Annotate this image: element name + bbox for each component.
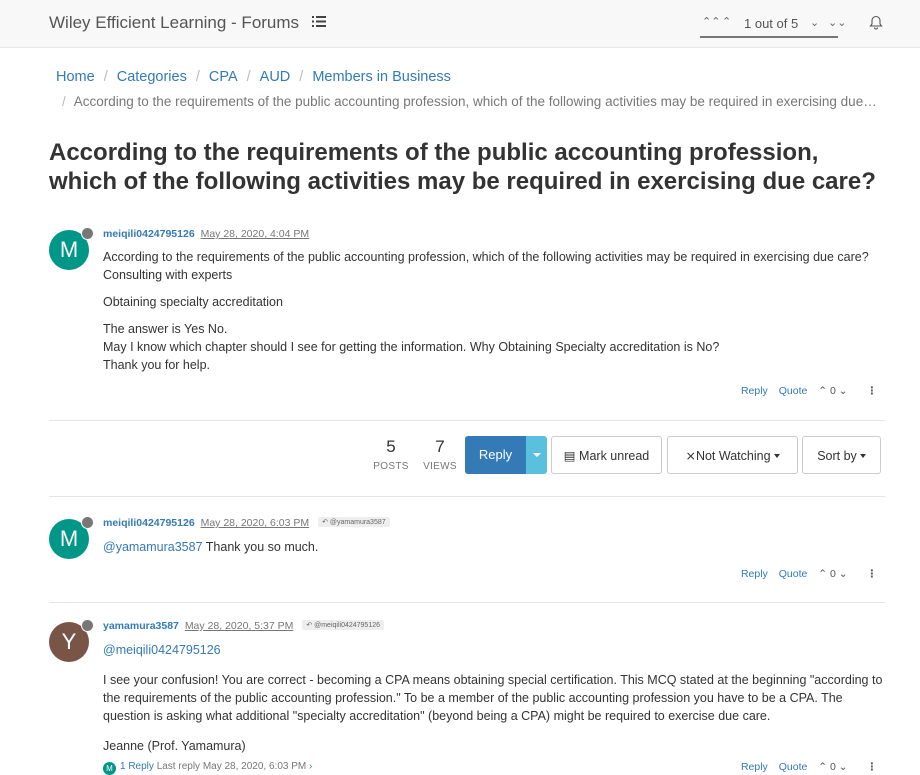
- reply-link[interactable]: Reply: [741, 385, 768, 397]
- breadcrumb: Home / Categories / CPA / AUD / Members in Busin…: [56, 69, 451, 85]
- vote-controls: ⌃ 0 ⌄: [818, 761, 847, 773]
- status-indicator: [81, 619, 94, 632]
- bell-icon[interactable]: [869, 15, 883, 30]
- avatar[interactable]: M: [49, 516, 94, 559]
- quote-link[interactable]: Quote: [779, 385, 808, 397]
- username-link[interactable]: meiqili0424795126: [103, 517, 195, 529]
- avatar: M: [103, 762, 116, 775]
- upvote-icon[interactable]: ⌃: [818, 385, 827, 397]
- caret-down-icon: [859, 454, 866, 458]
- divider: [49, 602, 885, 603]
- next-post-icon[interactable]: ⌄: [810, 16, 819, 29]
- post-timestamp[interactable]: May 28, 2020, 4:04 PM: [201, 228, 310, 240]
- parent-post-link[interactable]: ↶ @meiqili0424795126: [302, 620, 384, 630]
- vote-count: 0: [830, 385, 836, 397]
- breadcrumb-current: / According to the requirements of the pu…: [62, 94, 880, 109]
- post-pagination: ⌃⌃ ⌃ 1 out of 5 ⌄ ⌄⌄: [700, 14, 846, 38]
- sort-dropdown[interactable]: Sort by: [802, 436, 881, 474]
- user-mention[interactable]: @meiqili0424795126: [103, 643, 221, 657]
- first-post-icon[interactable]: ⌃⌃: [702, 15, 720, 28]
- reply-link[interactable]: Reply: [741, 761, 768, 773]
- breadcrumb-cpa[interactable]: CPA: [209, 69, 238, 85]
- breadcrumb-categories[interactable]: Categories: [117, 69, 187, 85]
- top-navbar: Wiley Efficient Learning - Forums ⌃⌃ ⌃ 1…: [0, 0, 920, 48]
- username-link[interactable]: meiqili0424795126: [103, 228, 195, 240]
- post-item: M meiqili0424795126 May 28, 2020, 4:04 P…: [49, 227, 885, 403]
- previous-post-icon[interactable]: ⌃: [722, 15, 731, 28]
- post-header: yamamura3587 May 28, 2020, 5:37 PM ↶ @me…: [103, 620, 384, 632]
- vote-controls: ⌃ 0 ⌄: [818, 385, 847, 397]
- quote-link[interactable]: Quote: [779, 761, 808, 773]
- parent-post-link[interactable]: ↶ @yamamura3587: [318, 517, 390, 527]
- list-menu-icon[interactable]: [312, 15, 326, 28]
- pagination-text[interactable]: 1 out of 5: [744, 16, 798, 31]
- reply-dropdown-toggle[interactable]: [526, 436, 547, 474]
- post-content: @meiqili0424795126 I see your confusion!…: [103, 643, 883, 753]
- page-title: According to the requirements of the pub…: [49, 139, 876, 195]
- site-brand[interactable]: Wiley Efficient Learning - Forums: [49, 13, 299, 33]
- upvote-icon[interactable]: ⌃: [818, 761, 827, 773]
- avatar[interactable]: Y: [49, 619, 94, 662]
- downvote-icon[interactable]: ⌄: [839, 568, 848, 580]
- inbox-icon: ▤: [563, 449, 576, 463]
- vote-controls: ⌃ 0 ⌄: [818, 568, 847, 580]
- post-content: @yamamura3587 Thank you so much.: [103, 540, 319, 554]
- mark-unread-button[interactable]: ▤ Mark unread: [551, 436, 662, 474]
- more-options-icon[interactable]: ⋮: [867, 385, 878, 397]
- status-indicator: [81, 516, 94, 529]
- views-stat: 7 VIEWS: [423, 437, 457, 472]
- username-link[interactable]: yamamura3587: [103, 620, 179, 632]
- vote-count: 0: [830, 568, 836, 580]
- reply-link[interactable]: Reply: [741, 568, 768, 580]
- vote-count: 0: [830, 761, 836, 773]
- status-indicator: [81, 227, 94, 240]
- post-header: meiqili0424795126 May 28, 2020, 4:04 PM: [103, 228, 309, 240]
- divider: [49, 420, 885, 421]
- divider: [49, 496, 885, 497]
- chevron-right-icon: ›: [309, 761, 313, 772]
- downvote-icon[interactable]: ⌄: [839, 761, 848, 773]
- quote-link[interactable]: Quote: [779, 568, 808, 580]
- post-item: M meiqili0424795126 May 28, 2020, 6:03 P…: [49, 516, 885, 587]
- post-actions: Reply Quote ⌃ 0 ⌄ ⋮: [733, 385, 877, 397]
- post-content: According to the requirements of the pub…: [103, 250, 869, 372]
- caret-down-icon: [773, 454, 780, 458]
- bell-slash-icon: ⨯: [685, 449, 696, 463]
- more-options-icon[interactable]: ⋮: [867, 568, 878, 580]
- breadcrumb-home[interactable]: Home: [56, 69, 95, 85]
- post-header: meiqili0424795126 May 28, 2020, 6:03 PM …: [103, 517, 390, 529]
- breadcrumb-aud[interactable]: AUD: [260, 69, 291, 85]
- reply-button[interactable]: Reply: [465, 436, 526, 474]
- posts-stat: 5 POSTS: [373, 437, 409, 472]
- post-timestamp[interactable]: May 28, 2020, 5:37 PM: [185, 620, 294, 632]
- replies-summary[interactable]: M1 Reply Last reply May 28, 2020, 6:03 P…: [103, 761, 312, 775]
- user-mention[interactable]: @yamamura3587: [103, 540, 203, 554]
- post-timestamp[interactable]: May 28, 2020, 6:03 PM: [201, 517, 310, 529]
- more-options-icon[interactable]: ⋮: [867, 761, 878, 773]
- breadcrumb-members-in-business[interactable]: Members in Business: [312, 69, 451, 85]
- post-actions: Reply Quote ⌃ 0 ⌄ ⋮: [733, 568, 877, 580]
- downvote-icon[interactable]: ⌄: [839, 385, 848, 397]
- last-post-icon[interactable]: ⌄⌄: [828, 16, 846, 29]
- post-item: Y yamamura3587 May 28, 2020, 5:37 PM ↶ @…: [49, 619, 885, 775]
- upvote-icon[interactable]: ⌃: [818, 568, 827, 580]
- avatar[interactable]: M: [49, 227, 94, 270]
- post-actions: Reply Quote ⌃ 0 ⌄ ⋮: [733, 761, 877, 773]
- watching-dropdown[interactable]: ⨯Not Watching: [667, 436, 798, 474]
